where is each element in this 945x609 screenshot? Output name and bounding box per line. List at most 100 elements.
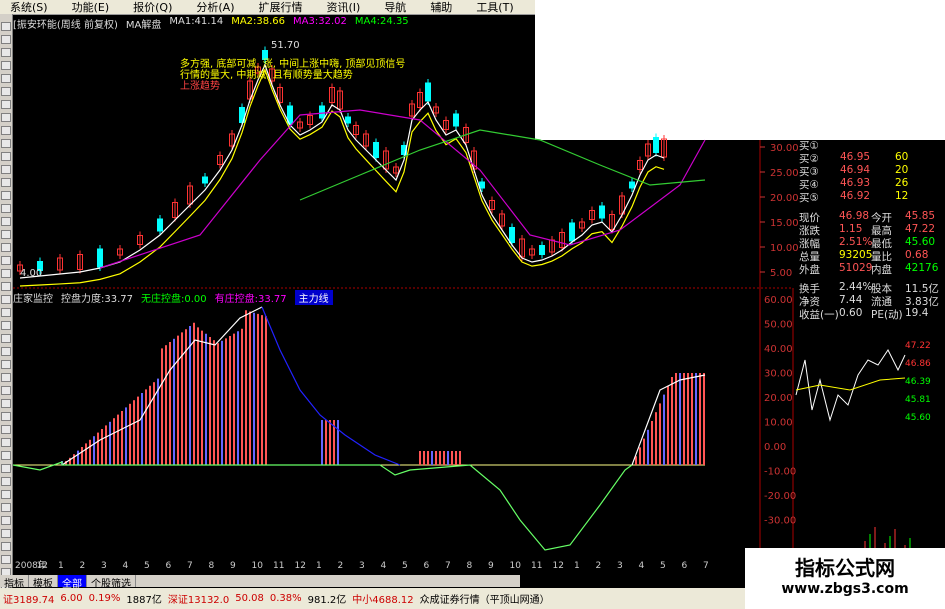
x-axis-label: 6 [166,561,172,571]
quote-label: 收益(一) [799,309,839,321]
status-item-0: 证3189.74 [3,595,55,606]
buy-row: 买② 46.95 60 [793,151,945,165]
x-axis-label: 12 [295,561,306,571]
bottom-tab-3[interactable]: 个股筛选 [87,575,136,590]
x-axis-label: 9 [488,561,494,571]
indicator-tick-label: -20.00 [764,491,796,502]
candle-body [599,205,605,219]
indicator-force: 控盘力度:33.77 [61,294,133,305]
main-line-button[interactable]: 主力线 [294,290,333,305]
ma3-line [99,109,706,269]
quote-value: 46.98 [839,210,870,222]
x-axis-label: 11 [273,561,284,571]
buy-volume: 12 [895,190,909,202]
quote-row: 现价 46.98 今开 45.85 [793,210,945,224]
intraday-price-label: 45.60 [905,413,931,423]
candle-body [653,137,659,153]
status-item-6: 0.38% [269,593,302,604]
bottom-tab-0[interactable]: 指标 [0,575,29,590]
quote-row: 净资 7.44 流通 3.83亿 [793,294,945,308]
quote-value: 51029 [839,262,873,274]
x-axis-label: 11 [531,561,542,571]
quote-value: 7.44 [839,294,863,306]
intraday-price-label: 47.22 [905,341,931,351]
candle-body [425,82,431,102]
x-axis-label: 1 [58,561,64,571]
indicator-none: 无庄控盘:0.00 [141,294,207,305]
ma3-value: MA3:32.02 [293,16,347,27]
x-axis-label: 3 [617,561,623,571]
candle-body [97,248,103,268]
quote-value-2: 42176 [905,262,939,274]
indicator-tick-label: 50.00 [764,320,793,331]
status-item-7: 981.2亿 [307,595,347,606]
candle-body [629,181,635,189]
status-item-8: 中小4688.12 [352,595,414,606]
x-axis-label: 7 [187,561,193,571]
intraday-price-label: 45.81 [905,395,931,405]
x-axis-label: 4 [123,561,129,571]
stock-title: [振安环能(周线 前复权) [13,20,118,31]
x-axis-label: 2 [80,561,86,571]
candle-body [373,142,379,158]
candle-body [539,245,545,255]
x-axis-label: 5 [660,561,666,571]
x-axis-label: 4 [381,561,387,571]
quote-value: 2.44% [839,281,873,293]
buy-row: 买④ 46.93 26 [793,177,945,191]
peak-label: 51.70 [271,40,300,51]
buy-price: 46.94 [840,164,871,176]
quote-value-2: 45.85 [905,210,936,222]
bottom-tab-2[interactable]: 全部 [58,575,87,590]
status-item-9: 众成证券行情（平顶山网通） [419,595,550,606]
candle-body [202,176,208,184]
status-item-3: 1887亿 [126,595,162,606]
watermark-url: www.zbgs3.com [781,581,909,597]
x-axis-label: 2 [338,561,344,571]
quote-value-2: 0.68 [905,249,929,261]
status-item-4: 深证13132.0 [167,595,230,606]
candle-body [319,105,325,119]
watermark: 指标公式网 www.zbgs3.com [745,548,945,609]
quote-value-2: 47.22 [905,223,936,235]
candle-body [157,218,163,232]
quote-row: 换手 2.44% 股本 11.5亿 [793,281,945,295]
candle-body [509,227,515,243]
indicator-tick-label: 60.00 [764,295,793,306]
quote-label-2: PE(动) [871,309,903,321]
buy-price: 46.93 [840,177,871,189]
low-label: 4.00 [20,268,43,279]
buy-volume: 60 [895,151,909,163]
indicator-tick-label: 20.00 [764,393,793,404]
x-axis-label: 10 [510,561,522,571]
bottom-tab-1[interactable]: 模板 [29,575,58,590]
indicator-tick-label: 40.00 [764,344,793,355]
buy-volume: 20 [895,164,909,176]
annotation-line3: 上涨趋势 [180,81,220,92]
intraday-avg-line [795,377,906,391]
indicator-has: 有庄控盘:33.77 [214,294,287,305]
intraday-price-label: 46.39 [905,377,931,387]
x-axis-label: 5 [144,561,150,571]
status-item-5: 50.08 [235,593,264,604]
status-item-2: 0.19% [88,593,121,604]
x-axis-label: 8 [209,561,215,571]
quote-value: 2.51% [839,236,873,248]
x-axis-label: 4 [639,561,645,571]
candle-body [569,222,575,242]
watermark-title: 指标公式网 [795,556,895,580]
buy-price: 46.95 [840,151,871,163]
bottom-tabs: 指标 模板 全部 个股筛选 [0,575,520,590]
x-axis-label: 7 [703,561,709,571]
indicator-tick-label: -30.00 [764,516,796,527]
quote-label-2: 内盘 [871,264,892,276]
x-axis-label: 9 [230,561,236,571]
quote-value-2: 19.4 [905,307,929,319]
quote-row: 外盘 51029 内盘 42176 [793,262,945,276]
quote-label: 外盘 [799,264,820,276]
indicator-name: 庄家监控 [13,294,53,305]
x-axis-label: 6 [424,561,430,571]
x-axis-label: 3 [359,561,365,571]
x-axis-label: 2 [596,561,602,571]
price-tick-label: 5.00 [770,268,792,279]
